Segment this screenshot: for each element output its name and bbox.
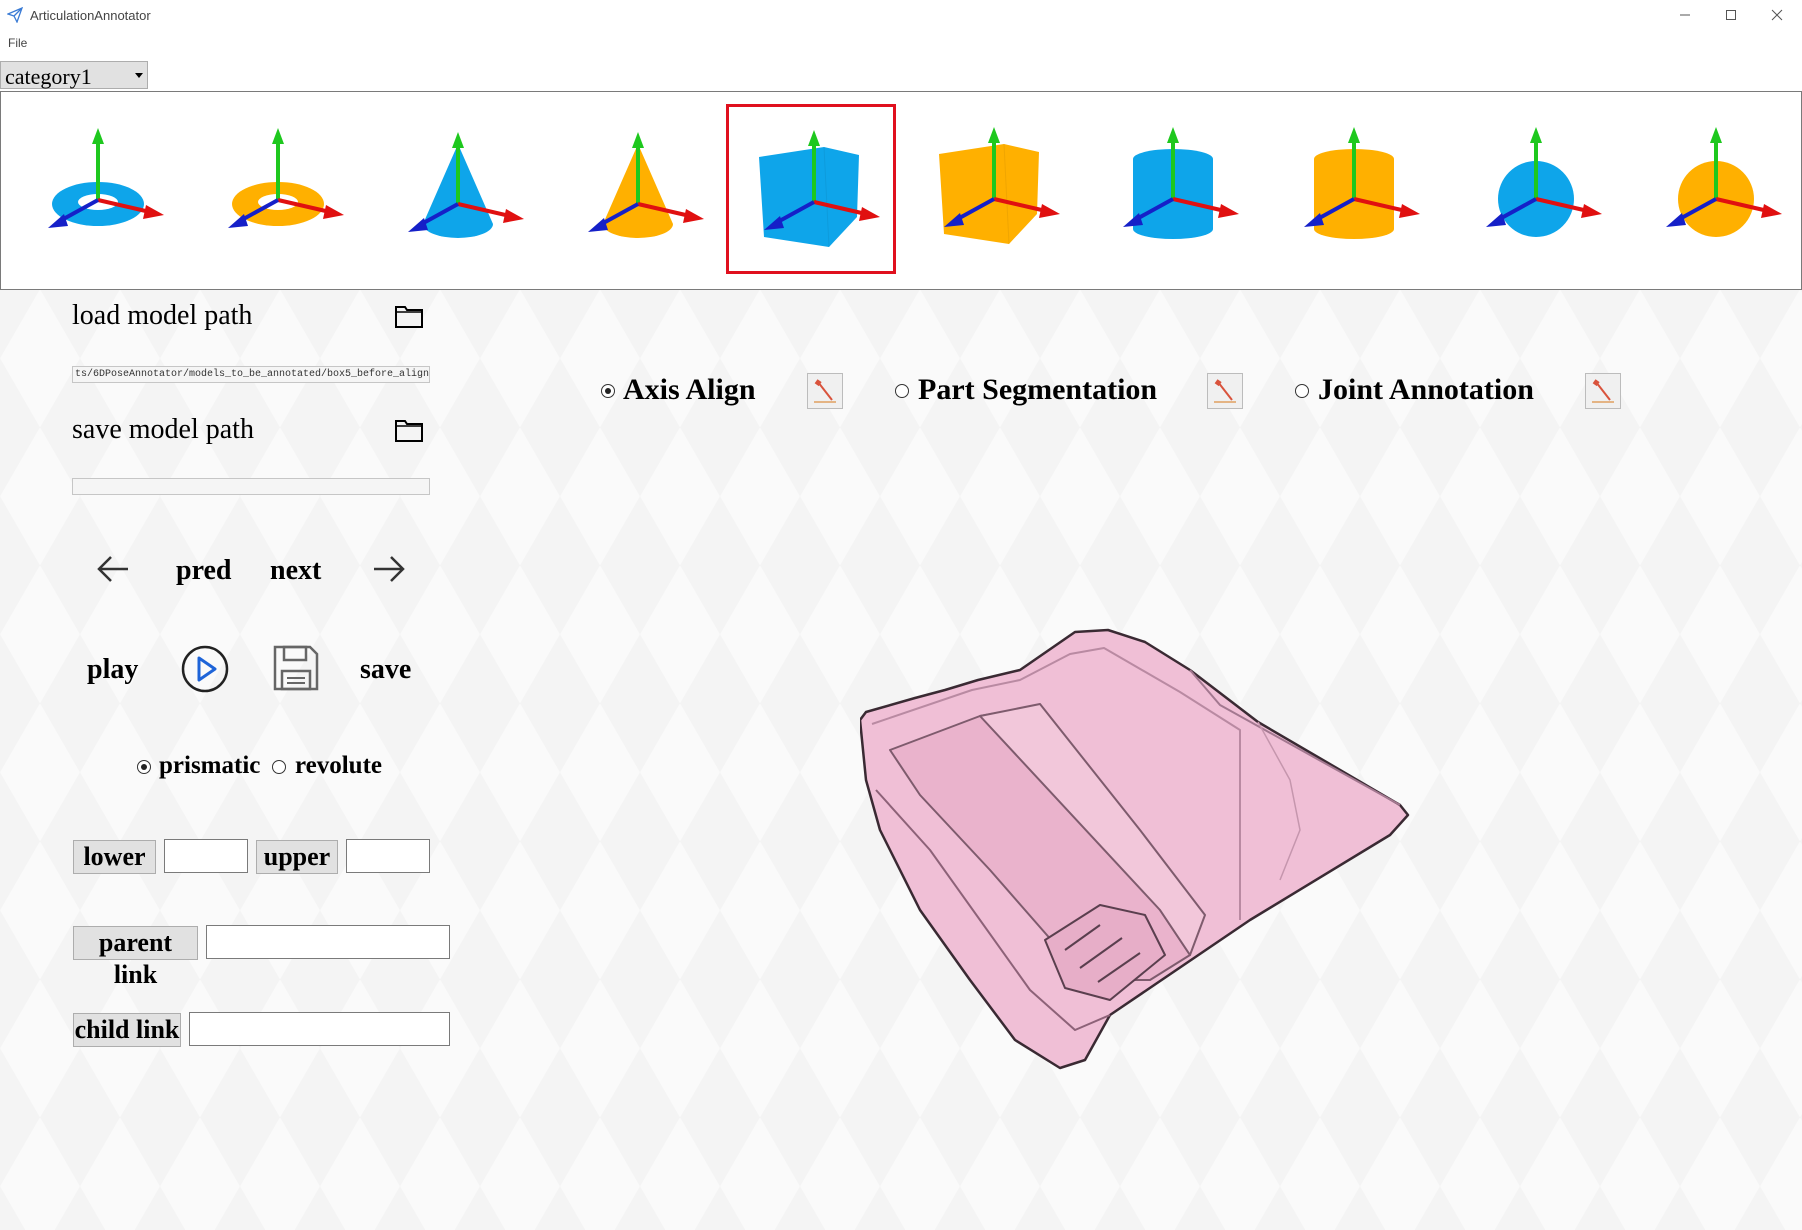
minimize-button[interactable]: [1662, 0, 1708, 30]
load-model-path-field[interactable]: ts/6DPoseAnnotator/models_to_be_annotate…: [72, 366, 430, 383]
load-model-path-label: load model path: [72, 300, 253, 331]
template-thumbnail-torus[interactable]: [13, 104, 183, 274]
child-link-input[interactable]: [189, 1012, 450, 1046]
template-thumbnail-cone[interactable]: [553, 104, 723, 274]
cone-shape-icon: [408, 132, 524, 238]
paper-plane-icon: [7, 7, 23, 23]
window-title: ArticulationAnnotator: [30, 8, 151, 23]
title-bar: ArticulationAnnotator: [0, 0, 1802, 30]
axis-align-label: Axis Align: [623, 373, 756, 406]
minimize-icon: [1680, 14, 1690, 16]
joint-annotation-radio[interactable]: [1295, 384, 1309, 398]
template-thumbnail-sphere[interactable]: [1451, 104, 1621, 274]
folder-icon[interactable]: [395, 304, 423, 328]
revolute-label: revolute: [295, 752, 383, 779]
pencil-icon: [1592, 379, 1614, 403]
prismatic-radio[interactable]: [137, 760, 151, 774]
upper-input[interactable]: [346, 839, 430, 873]
template-thumbnail-strip: [0, 91, 1802, 290]
child-link-button[interactable]: child link: [73, 1013, 181, 1047]
sphere-shape-icon: [1486, 127, 1602, 237]
template-thumbnail-cube[interactable]: [726, 104, 896, 274]
maximize-icon: [1726, 10, 1736, 20]
maximize-button[interactable]: [1708, 0, 1754, 30]
folder-icon[interactable]: [395, 418, 423, 442]
play-icon[interactable]: [180, 644, 230, 694]
parent-link-button[interactable]: parent link: [73, 926, 198, 989]
save-model-path-field[interactable]: [72, 478, 430, 495]
save-model-path-label: save model path: [72, 414, 254, 445]
save-label: save: [360, 654, 412, 685]
template-thumbnail-torus[interactable]: [193, 104, 363, 274]
cylinder-shape-icon: [1304, 127, 1420, 239]
template-thumbnail-cone[interactable]: [373, 104, 543, 274]
menu-file[interactable]: File: [8, 36, 27, 50]
joint-annotation-tool-button[interactable]: [1585, 373, 1621, 409]
cube-shape-icon: [939, 127, 1060, 245]
prismatic-label: prismatic: [159, 752, 261, 779]
sphere-shape-icon: [1666, 127, 1782, 237]
part-segmentation-radio[interactable]: [895, 384, 909, 398]
pred-button[interactable]: pred: [176, 555, 232, 587]
cylinder-shape-icon: [1123, 127, 1239, 239]
box-model: [860, 628, 1410, 1070]
part-segmentation-label: Part Segmentation: [918, 373, 1158, 406]
close-icon: [1771, 9, 1783, 21]
joint-annotation-label: Joint Annotation: [1318, 373, 1534, 406]
next-button[interactable]: next: [270, 555, 321, 587]
lower-button[interactable]: lower: [73, 840, 156, 874]
menu-bar: File: [0, 30, 1802, 54]
arrow-left-icon[interactable]: [96, 554, 130, 584]
parent-link-input[interactable]: [206, 925, 450, 959]
category-dropdown[interactable]: category1: [0, 61, 148, 89]
arrow-right-icon[interactable]: [372, 554, 406, 584]
template-thumbnail-sphere[interactable]: [1631, 104, 1801, 274]
axis-align-radio[interactable]: [601, 384, 615, 398]
cube-shape-icon: [759, 130, 880, 248]
play-label: play: [87, 654, 139, 685]
category-value: category1: [5, 64, 92, 89]
chevron-down-icon: [135, 73, 143, 78]
upper-button[interactable]: upper: [256, 840, 338, 874]
axis-align-tool-button[interactable]: [807, 373, 843, 409]
part-segmentation-tool-button[interactable]: [1207, 373, 1243, 409]
pencil-icon: [814, 379, 836, 403]
revolute-radio[interactable]: [272, 760, 286, 774]
3d-model-viewport[interactable]: [860, 620, 1420, 1080]
template-thumbnail-cylinder[interactable]: [1088, 104, 1258, 274]
close-button[interactable]: [1754, 0, 1800, 30]
lower-input[interactable]: [164, 839, 248, 873]
pencil-icon: [1214, 379, 1236, 403]
floppy-disk-icon[interactable]: [272, 644, 320, 692]
template-thumbnail-cylinder[interactable]: [1269, 104, 1439, 274]
torus-shape-icon: [48, 128, 164, 228]
torus-shape-icon: [228, 128, 344, 228]
cone-shape-icon: [588, 132, 704, 238]
template-thumbnail-cube[interactable]: [909, 104, 1079, 274]
